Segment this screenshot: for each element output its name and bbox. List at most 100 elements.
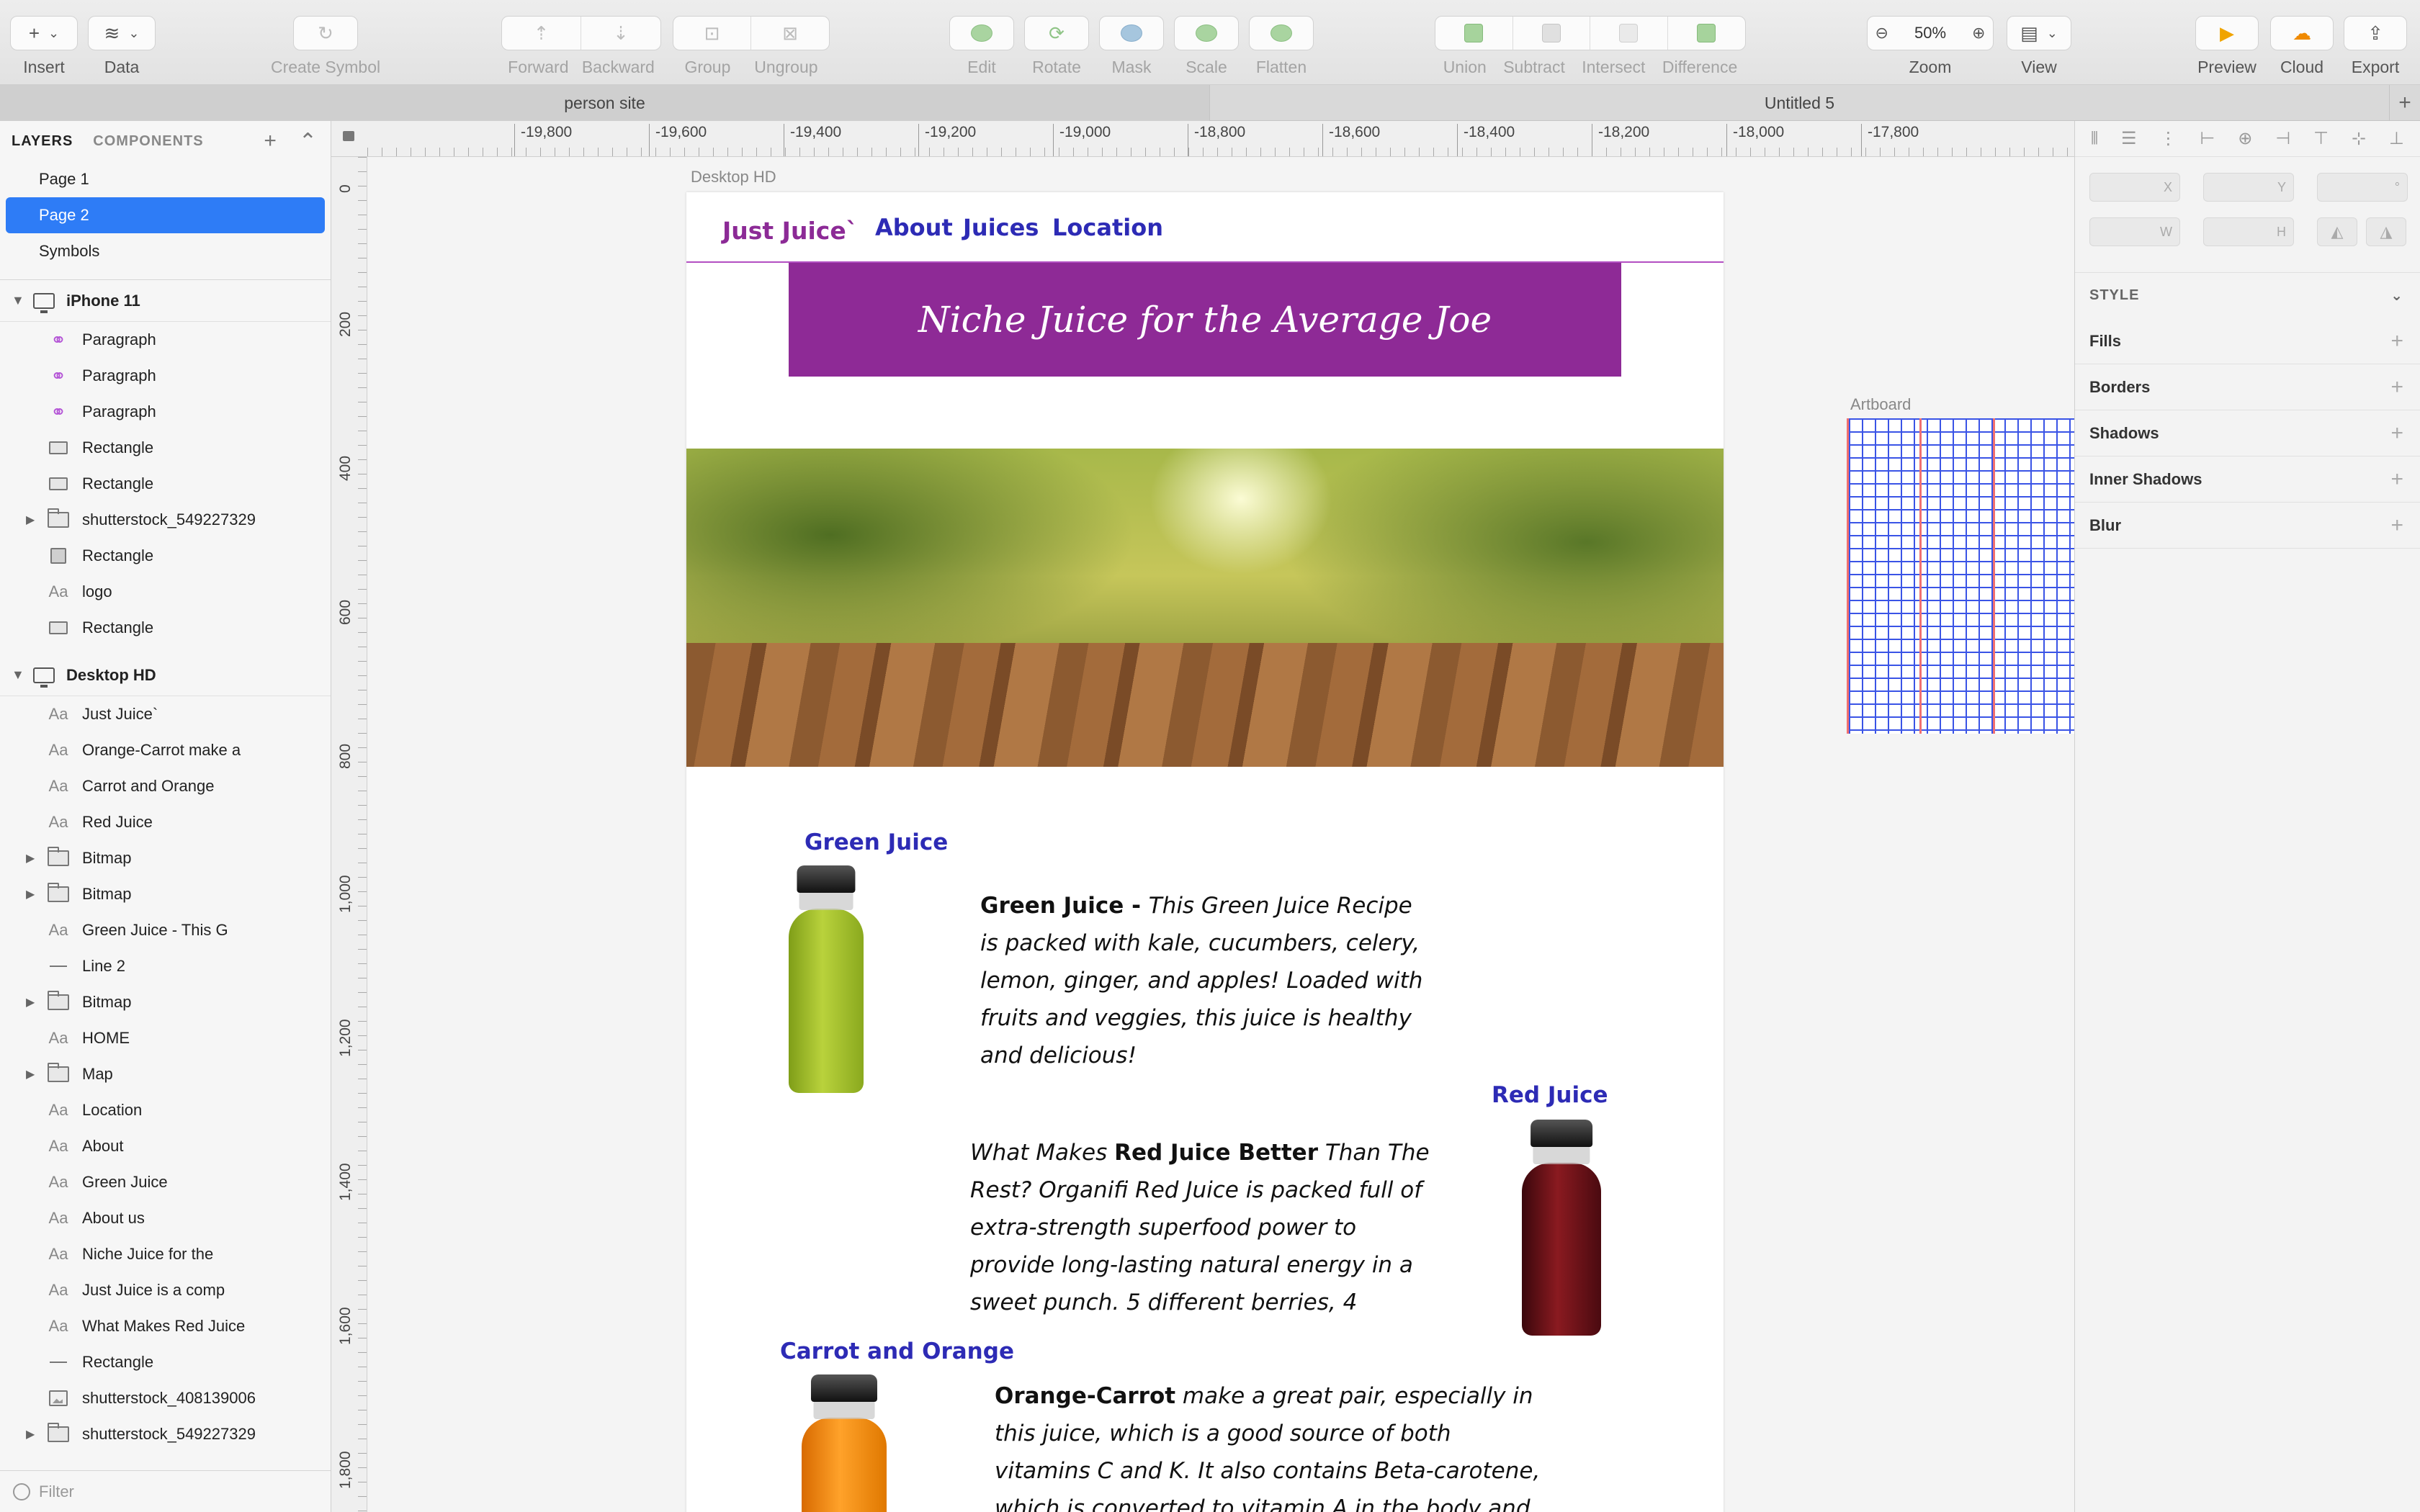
carrot-orange-description[interactable]: Orange-Carrot make a great pair, especia… (995, 1377, 1549, 1512)
tab-untitled-5[interactable]: Untitled 5 (1210, 85, 2390, 121)
add-tab-button[interactable]: + (2390, 85, 2420, 120)
site-logo[interactable]: Just Juice` (722, 217, 858, 245)
canvas[interactable]: Desktop HD Just Juice` About Juices Loca… (368, 158, 2074, 1512)
disclosure-closed-icon[interactable]: ▶ (26, 513, 35, 527)
layer-row[interactable]: Aa Location (0, 1092, 331, 1128)
style-section-header[interactable]: STYLE ⌄ (2075, 272, 2420, 318)
artboard-grid[interactable] (1847, 418, 2074, 734)
layer-row[interactable]: Rectangle (0, 430, 331, 466)
layer-row[interactable]: ⚭ Paragraph (0, 322, 331, 358)
add-icon[interactable]: + (2390, 467, 2403, 492)
layer-row[interactable]: Aa Just Juice` (0, 696, 331, 732)
tab-person-site[interactable]: person site (0, 85, 1210, 121)
layer-row[interactable]: ▶ shutterstock_549227329 (0, 502, 331, 538)
artboard-2-title[interactable]: Artboard (1850, 395, 1911, 414)
mask-tool[interactable]: Mask (1099, 16, 1164, 77)
edit-tool[interactable]: Edit (949, 16, 1014, 77)
subtract-button[interactable] (1513, 17, 1590, 50)
more-icon[interactable]: ⋮ (2159, 128, 2177, 149)
layer-row[interactable]: Aa Green Juice (0, 1164, 331, 1200)
red-juice-bottle[interactable] (1522, 1120, 1601, 1336)
layer-row[interactable]: ▶ Bitmap (0, 840, 331, 876)
filter-bar[interactable]: Filter (0, 1470, 331, 1512)
distribute-horizontal-icon[interactable]: ⫴ (2091, 129, 2098, 149)
data-tool[interactable]: ≋ ⌄ Data (88, 16, 156, 77)
style-section-borders[interactable]: Borders + (2075, 364, 2420, 410)
layer-row[interactable]: Aa HOME (0, 1020, 331, 1056)
collapse-icon[interactable]: ⌃ (299, 129, 318, 154)
layer-row[interactable]: ▶ Map (0, 1056, 331, 1092)
zoom-out-button[interactable]: ⊖ (1868, 17, 1896, 50)
layer-row[interactable]: Aa Green Juice - This G (0, 912, 331, 948)
create-symbol-tool[interactable]: ↻ Create Symbol (271, 16, 380, 77)
forward-button[interactable]: ⇡ (502, 17, 581, 50)
layer-row[interactable]: Aa Niche Juice for the (0, 1236, 331, 1272)
add-icon[interactable]: + (2390, 421, 2403, 446)
export-tool[interactable]: ⇪ Export (2344, 16, 2407, 77)
artboard-group[interactable]: ▼ Desktop HD (0, 654, 331, 696)
layer-row[interactable]: ▶ shutterstock_549227329 (0, 1416, 331, 1452)
disclosure-closed-icon[interactable]: ▶ (26, 887, 35, 901)
insert-tool[interactable]: + ⌄ Insert (10, 16, 78, 77)
align-bottom-icon[interactable]: ⊥ (2389, 128, 2404, 149)
layer-row[interactable]: Rectangle (0, 538, 331, 574)
layer-row[interactable]: Rectangle (0, 466, 331, 502)
red-juice-description[interactable]: What Makes Red Juice Better Than The Res… (970, 1134, 1438, 1321)
artboard-title[interactable]: Desktop HD (691, 168, 776, 186)
page-item[interactable]: Page 2 (6, 197, 325, 233)
layer-row[interactable]: ⚭ Paragraph (0, 358, 331, 394)
lock-icon[interactable] (343, 131, 354, 141)
layer-row[interactable]: Aa About (0, 1128, 331, 1164)
style-section-inner-shadows[interactable]: Inner Shadows + (2075, 456, 2420, 503)
disclosure-open-icon[interactable]: ▼ (12, 667, 33, 683)
red-juice-title[interactable]: Red Juice (1492, 1082, 1608, 1108)
layer-row[interactable]: ⚭ Paragraph (0, 394, 331, 430)
x-field[interactable]: X (2089, 173, 2180, 202)
page-item[interactable]: Symbols (6, 233, 325, 269)
disclosure-closed-icon[interactable]: ▶ (26, 1427, 35, 1441)
view-tool[interactable]: ▤ ⌄ View (2007, 16, 2071, 77)
flatten-tool[interactable]: Flatten (1249, 16, 1314, 77)
distribute-vertical-icon[interactable]: ☰ (2121, 128, 2137, 149)
carrot-orange-title[interactable]: Carrot and Orange (780, 1338, 1014, 1364)
disclosure-closed-icon[interactable]: ▶ (26, 851, 35, 865)
layer-row[interactable]: Line 2 (0, 948, 331, 984)
filter-input[interactable]: Filter (39, 1482, 74, 1501)
nav-location[interactable]: Location (1052, 214, 1163, 241)
style-section-fills[interactable]: Fills + (2075, 318, 2420, 364)
artboard-group[interactable]: ▼ iPhone 11 (0, 280, 331, 322)
green-juice-description[interactable]: Green Juice - This Green Juice Recipe is… (980, 887, 1427, 1074)
green-juice-title[interactable]: Green Juice (805, 829, 948, 855)
add-icon[interactable]: + (2390, 329, 2403, 354)
disclosure-open-icon[interactable]: ▼ (12, 293, 33, 308)
width-field[interactable]: W (2089, 217, 2180, 246)
flip-horizontal-button[interactable]: ◭ (2317, 217, 2357, 246)
layer-row[interactable]: Rectangle (0, 610, 331, 646)
layer-row[interactable]: Aa logo (0, 574, 331, 610)
layer-row[interactable]: Rectangle (0, 1344, 331, 1380)
rotate-tool[interactable]: ⟳ Rotate (1024, 16, 1089, 77)
nav-about[interactable]: About (875, 214, 953, 241)
zoom-value[interactable]: 50% (1896, 17, 1965, 50)
align-top-icon[interactable]: ⊤ (2313, 128, 2329, 149)
difference-button[interactable] (1668, 17, 1746, 50)
disclosure-closed-icon[interactable]: ▶ (26, 995, 35, 1009)
rotation-field[interactable]: ° (2317, 173, 2408, 202)
layer-row[interactable]: ▶ Bitmap (0, 876, 331, 912)
layer-row[interactable]: shutterstock_408139006 (0, 1380, 331, 1416)
layer-row[interactable]: Aa Orange-Carrot make a (0, 732, 331, 768)
height-field[interactable]: H (2203, 217, 2294, 246)
nav-juices[interactable]: Juices (963, 214, 1039, 241)
preview-tool[interactable]: ▶ Preview (2195, 16, 2259, 77)
hero-banner[interactable]: Niche Juice for the Average Joe (789, 263, 1621, 377)
carrot-orange-bottle[interactable] (802, 1374, 887, 1512)
page-item[interactable]: Page 1 (6, 161, 325, 197)
layer-row[interactable]: Aa What Makes Red Juice (0, 1308, 331, 1344)
disclosure-closed-icon[interactable]: ▶ (26, 1067, 35, 1081)
align-middle-icon[interactable]: ⊹ (2352, 128, 2366, 149)
backward-button[interactable]: ⇣ (581, 17, 660, 50)
layer-row[interactable]: Aa Carrot and Orange (0, 768, 331, 804)
cloud-tool[interactable]: ☁ Cloud (2270, 16, 2334, 77)
hero-image[interactable] (686, 449, 1724, 767)
align-left-icon[interactable]: ⊢ (2200, 128, 2215, 149)
